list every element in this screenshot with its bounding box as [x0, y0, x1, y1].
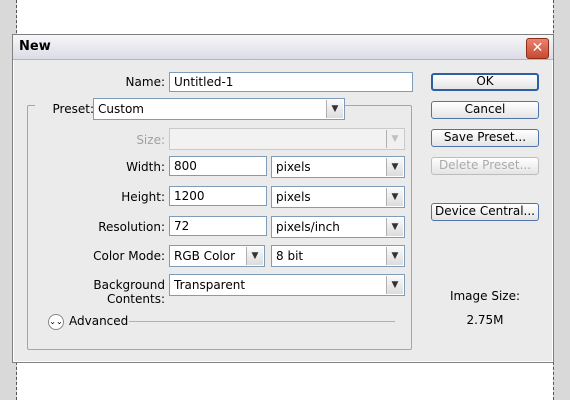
expand-icon[interactable]: ⌄⌄ — [48, 314, 64, 330]
document-canvas — [17, 0, 553, 35]
chevron-down-icon: ▼ — [386, 158, 403, 176]
name-label: Name: — [125, 75, 165, 89]
new-document-dialog: New ✕ Name: Untitled-1 Preset: Custom ▼ … — [12, 34, 554, 363]
resolution-label: Resolution: — [98, 220, 165, 234]
width-unit-value: pixels — [276, 160, 311, 174]
chevron-down-icon: ▼ — [246, 247, 263, 265]
image-size-value: 2.75M — [466, 313, 504, 327]
advanced-divider — [129, 321, 395, 322]
close-icon: ✕ — [531, 40, 544, 56]
document-canvas-edge-right — [553, 0, 570, 400]
size-label: Size: — [136, 133, 165, 147]
height-label: Height: — [121, 190, 165, 204]
delete-preset-button[interactable]: Delete Preset... — [431, 157, 539, 175]
height-unit-value: pixels — [276, 190, 311, 204]
chevron-down-icon: ▼ — [386, 218, 403, 236]
cancel-button[interactable]: Cancel — [431, 101, 539, 119]
preset-label: Preset: — [35, 102, 97, 116]
chevron-down-icon: ▼ — [386, 276, 403, 294]
chevron-down-icon: ▼ — [386, 188, 403, 206]
dialog-title: New — [19, 39, 51, 54]
resolution-field[interactable]: 72 — [169, 216, 267, 236]
color-mode-select[interactable]: RGB Color ▼ — [169, 245, 265, 267]
preset-select[interactable]: Custom ▼ — [93, 98, 345, 120]
bit-depth-value: 8 bit — [276, 249, 304, 263]
chevron-down-icon: ▼ — [386, 247, 403, 265]
name-field[interactable]: Untitled-1 — [169, 72, 413, 92]
ok-button[interactable]: OK — [431, 73, 539, 91]
width-unit-select[interactable]: pixels ▼ — [271, 156, 405, 178]
size-select[interactable]: ▼ — [169, 128, 405, 150]
title-bar[interactable]: New ✕ — [13, 35, 553, 60]
resolution-unit-value: pixels/inch — [276, 220, 340, 234]
chevron-down-icon: ▼ — [386, 130, 403, 148]
save-preset-button[interactable]: Save Preset... — [431, 129, 539, 147]
background-contents-select[interactable]: Transparent ▼ — [169, 274, 405, 296]
width-field[interactable]: 800 — [169, 156, 267, 176]
color-mode-value: RGB Color — [174, 249, 236, 263]
device-central-button[interactable]: Device Central... — [431, 203, 539, 221]
background-contents-value: Transparent — [174, 278, 246, 292]
height-field[interactable]: 1200 — [169, 186, 267, 206]
bit-depth-select[interactable]: 8 bit ▼ — [271, 245, 405, 267]
color-mode-label: Color Mode: — [93, 249, 165, 263]
width-label: Width: — [126, 160, 165, 174]
height-unit-select[interactable]: pixels ▼ — [271, 186, 405, 208]
chevron-down-icon: ▼ — [326, 100, 343, 118]
preset-value: Custom — [98, 102, 144, 116]
advanced-toggle[interactable]: Advanced — [69, 314, 128, 328]
close-button[interactable]: ✕ — [526, 38, 549, 59]
image-size-label: Image Size: — [449, 289, 521, 303]
background-contents-label: Background Contents: — [93, 278, 165, 306]
resolution-unit-select[interactable]: pixels/inch ▼ — [271, 216, 405, 238]
